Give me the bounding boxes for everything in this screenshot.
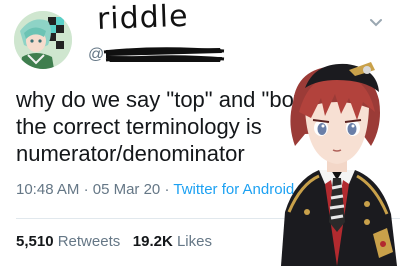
tweet-stats: 5,510 Retweets 19.2K Likes: [16, 233, 212, 250]
chevron-down-icon[interactable]: [368, 17, 384, 29]
retweets-stat[interactable]: 5,510 Retweets: [16, 233, 120, 250]
retweets-label: Retweets: [57, 233, 121, 250]
avatar[interactable]: [14, 11, 72, 69]
meta-separator: ·: [83, 181, 89, 198]
likes-stat[interactable]: 19.2K Likes: [133, 233, 212, 250]
retweets-count: 5,510: [16, 233, 54, 250]
meta-separator: ·: [164, 181, 170, 198]
tweet-time[interactable]: 10:48 AM: [16, 181, 79, 198]
redaction-scribble-icon: [103, 47, 225, 62]
anime-avatar-icon: [14, 11, 72, 69]
handle-area[interactable]: @: [88, 44, 228, 66]
display-name[interactable]: riddle: [96, 0, 189, 37]
tweet-date[interactable]: 05 Mar 20: [93, 181, 161, 198]
likes-label: Likes: [176, 233, 212, 250]
likes-count: 19.2K: [132, 233, 173, 250]
tweet-meta: 10:48 AM · 05 Mar 20 · Twitter for Andro…: [16, 181, 294, 198]
anime-character-illustration: [281, 62, 397, 266]
tweet-card: riddle @ why do we say "top" and "bottom…: [0, 0, 400, 266]
